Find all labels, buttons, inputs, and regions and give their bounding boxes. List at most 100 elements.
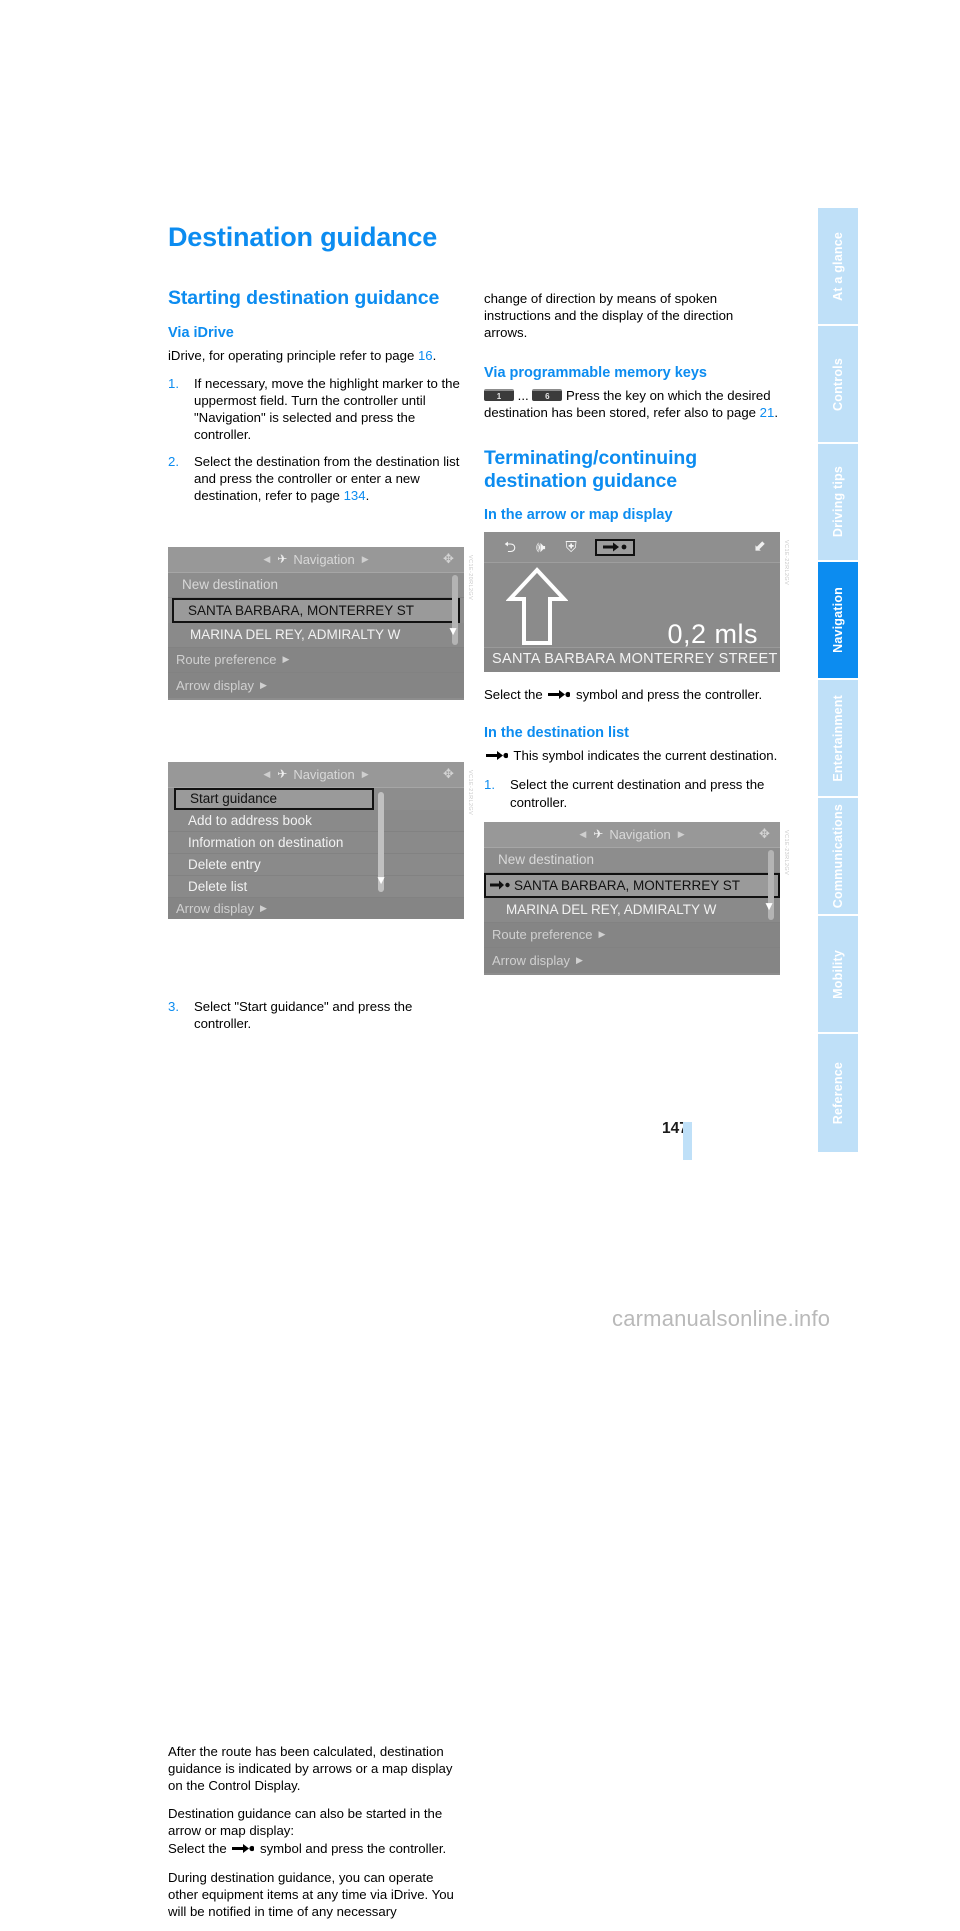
list-item: 1. Select the current destination and pr… <box>484 776 780 810</box>
row-label: MARINA DEL REY, ADMIRALTY W <box>190 627 401 643</box>
sidebar-tab-communications[interactable]: Communications <box>818 798 858 916</box>
step-number: 1. <box>484 777 495 793</box>
figure-id-code: VC1E-20RL2GV <box>467 555 473 601</box>
screen-row-second-destination[interactable]: MARINA DEL REY, ADMIRALTY W <box>484 897 780 923</box>
satellite-icon: ✈ <box>593 826 604 841</box>
memory-key-6-icon[interactable]: 6 <box>532 388 563 401</box>
sidebar-tab-mobility[interactable]: Mobility <box>818 916 858 1034</box>
chevron-right-icon: ▶ <box>576 954 583 965</box>
intro-text: iDrive, for operating principle refer to… <box>168 347 418 363</box>
site-watermark: carmanualsonline.info <box>612 1306 831 1331</box>
highway-icon[interactable]: ⛨ <box>565 540 576 555</box>
screen-row-delete-entry[interactable]: Delete entry <box>168 854 464 876</box>
corner-arrow-icon[interactable]: ⬋ <box>753 538 766 555</box>
destination-toggle-button[interactable] <box>594 538 635 556</box>
controller-icon: ✥ <box>443 551 454 566</box>
row-label: Delete list <box>188 878 248 894</box>
left-text-column: Destination guidance Starting destinatio… <box>168 222 473 1931</box>
intro-end: . <box>432 347 437 363</box>
destination-arrow-icon <box>602 542 627 552</box>
chevron-right-icon: ▶ <box>282 654 290 665</box>
screenshot-navigation-current-destination: ◀ ✈ Navigation ▶ ✥ New destination SANTA… <box>484 821 789 975</box>
paragraph-during-guidance: During destination guidance, you can ope… <box>168 1869 454 1920</box>
screen-header: ◀ ✈ Navigation ▶ ✥ <box>168 762 464 788</box>
screen-row-route-preference[interactable]: Route preference ▶ <box>168 648 464 673</box>
screen-row-arrow-display[interactable]: Arrow display ▶ <box>168 673 464 698</box>
sidebar-tab-label: Controls <box>831 357 845 411</box>
back-icon[interactable]: ⮌ <box>504 540 516 555</box>
chevron-left-icon: ◀ <box>579 828 587 839</box>
screen-row-start-guidance[interactable]: Start guidance <box>174 788 374 810</box>
steps-list-start-guidance: 3. Select "Start guidance" and press the… <box>168 998 464 1032</box>
chevron-left-icon: ◀ <box>263 768 271 779</box>
page-ref-134[interactable]: 134 <box>344 488 366 503</box>
paragraph-idrive-intro: iDrive, for operating principle refer to… <box>168 347 464 364</box>
screen-row-second-destination[interactable]: MARINA DEL REY, ADMIRALTY W <box>168 623 464 648</box>
screen-row-information-on-destination[interactable]: Information on destination <box>168 832 464 854</box>
scroll-down-caret-icon: ▼ <box>763 898 775 913</box>
chevron-right-icon: ▶ <box>677 828 685 839</box>
screen-header: ◀ ✈ Navigation ▶ ✥ <box>168 547 464 573</box>
heading-starting-destination-guidance: Starting destination guidance <box>168 287 440 309</box>
row-label: Start guidance <box>190 791 278 807</box>
page-number-bar <box>683 1122 692 1160</box>
destination-arrow-icon <box>490 880 510 890</box>
chevron-right-icon: ▶ <box>260 902 267 913</box>
row-label: Add to address book <box>188 812 312 828</box>
sidebar-tab-navigation[interactable]: Navigation <box>818 562 858 680</box>
list-item: 3. Select "Start guidance" and press the… <box>168 998 464 1032</box>
row-label: Delete entry <box>188 856 261 872</box>
chevron-right-icon: ▶ <box>361 553 369 564</box>
speaker-icon[interactable]: 🕪 <box>536 540 545 555</box>
steps-list-via-idrive: 1. If necessary, move the highlight mark… <box>168 375 464 504</box>
page-ref-16[interactable]: 16 <box>418 348 433 363</box>
sidebar-tab-at-a-glance[interactable]: At a glance <box>818 208 858 326</box>
list-item: 2. Select the destination from the desti… <box>168 453 464 505</box>
destination-arrow-icon <box>232 1841 255 1858</box>
row-label: Route preference <box>492 927 593 943</box>
sidebar-tab-controls[interactable]: Controls <box>818 326 858 444</box>
screen-row-add-to-address-book[interactable]: Add to address book <box>168 810 464 832</box>
screen-row-new-destination[interactable]: New destination <box>168 573 464 598</box>
select-symbol-post: symbol and press the controller. <box>256 1840 447 1856</box>
paragraph-memory-keys: 1 ... 6 Press the key on which the desir… <box>484 387 780 421</box>
screen-header: ◀ ✈ Navigation ▶ ✥ <box>484 821 780 848</box>
destination-arrow-icon <box>486 748 509 765</box>
screen-row-selected-destination[interactable]: SANTA BARBARA, MONTERREY ST <box>172 598 460 623</box>
screen-row-arrow-display[interactable]: Arrow display ▶ <box>484 947 780 973</box>
row-label: Arrow display <box>176 677 255 693</box>
symbol-note-text: This symbol indicates the current destin… <box>510 748 778 764</box>
step-text: Select "Start guidance" and press the co… <box>194 999 413 1032</box>
step-text: Select the destination from the destinat… <box>194 453 460 503</box>
heading-in-the-arrow-or-map-display: In the arrow or map display <box>484 507 673 524</box>
step-text-end: . <box>365 487 370 503</box>
memory-key-ellipsis: ... <box>517 387 529 403</box>
sidebar-tab-entertainment[interactable]: Entertainment <box>818 680 858 798</box>
screen-header-title: Navigation <box>293 766 355 782</box>
sidebar-tab-reference[interactable]: Reference <box>818 1034 858 1152</box>
row-label: SANTA BARBARA, MONTERREY ST <box>514 877 741 893</box>
straight-ahead-arrow-icon <box>506 567 568 646</box>
chevron-right-icon: ▶ <box>361 768 369 779</box>
screen-row-new-destination[interactable]: New destination <box>484 847 780 873</box>
sidebar-tab-label: Communications <box>831 803 845 909</box>
row-label: Route preference <box>176 652 277 668</box>
screen-row-route-preference[interactable]: Route preference ▶ <box>484 922 780 948</box>
controller-icon: ✥ <box>759 825 770 841</box>
row-label: Information on destination <box>188 834 344 850</box>
heading-via-idrive: Via iDrive <box>168 324 234 341</box>
figure-id-code: VC1E-23RL2GV <box>783 829 789 875</box>
page-ref-21[interactable]: 21 <box>760 405 775 420</box>
row-label: New destination <box>498 852 595 868</box>
memory-key-1-icon[interactable]: 1 <box>484 388 514 401</box>
left-bottom-paragraphs: After the route has been calculated, des… <box>168 1743 464 1921</box>
sidebar-tab-driving-tips[interactable]: Driving tips <box>818 444 858 562</box>
select-symbol-pre: Select the <box>484 687 547 703</box>
screen-row-delete-list[interactable]: Delete list <box>168 876 464 898</box>
screen-row-current-destination[interactable]: SANTA BARBARA, MONTERREY ST <box>484 872 780 898</box>
chevron-right-icon: ▶ <box>260 679 267 690</box>
screen-row-arrow-display[interactable]: Arrow display ▶ <box>168 898 464 919</box>
page-title: Destination guidance <box>168 222 438 252</box>
heading-in-the-destination-list: In the destination list <box>484 725 630 742</box>
controller-icon: ✥ <box>443 766 454 781</box>
